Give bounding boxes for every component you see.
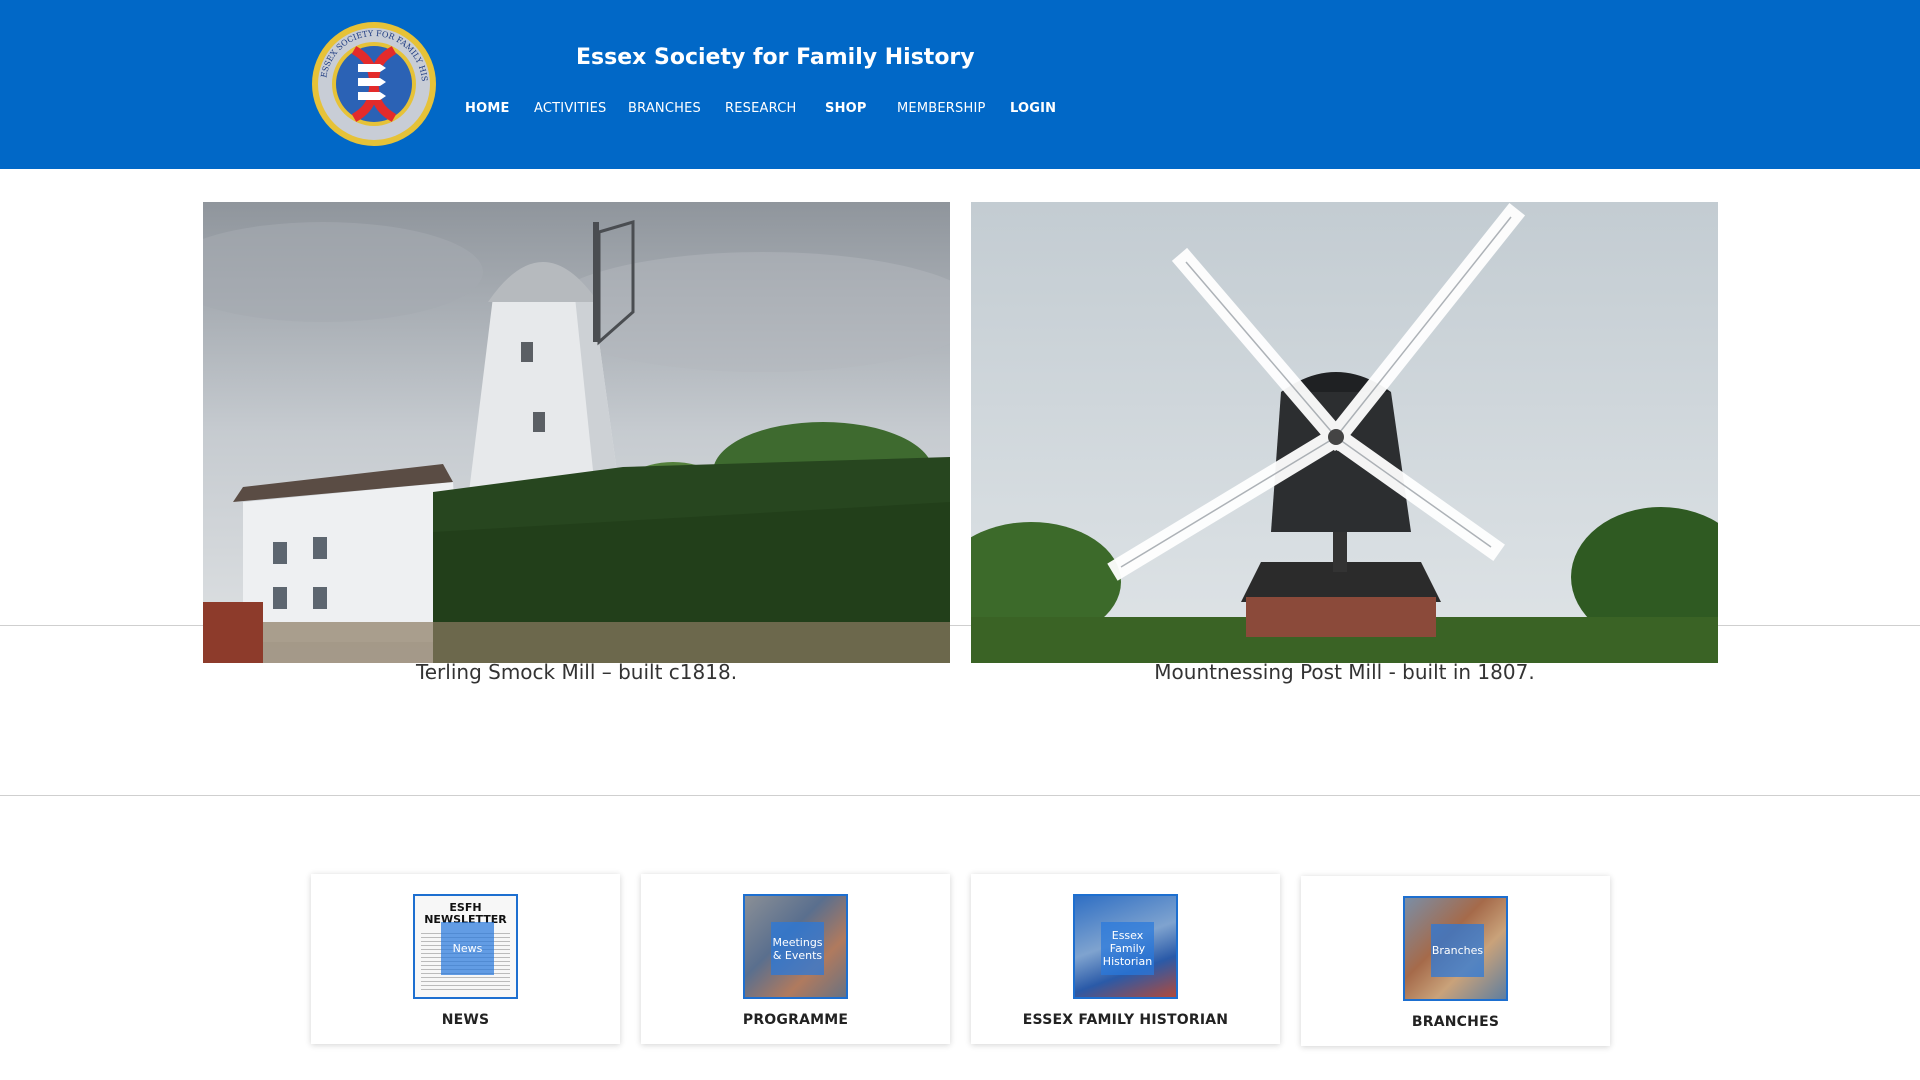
programme-thumbnail[interactable]: Meetings & Events xyxy=(743,894,848,999)
nav-login[interactable]: LOGIN xyxy=(1010,101,1056,116)
card-label-essex-family-historian[interactable]: ESSEX FAMILY HISTORIAN xyxy=(971,1012,1280,1028)
nav-branches[interactable]: BRANCHES xyxy=(628,101,701,116)
branches-overlay: Branches xyxy=(1431,924,1484,977)
card-programme[interactable]: Meetings & Events PROGRAMME xyxy=(641,874,950,1044)
card-label-news[interactable]: NEWS xyxy=(311,1012,620,1028)
card-label-branches[interactable]: BRANCHES xyxy=(1301,1014,1610,1030)
nav-shop[interactable]: SHOP xyxy=(825,101,867,116)
society-logo[interactable]: ESSEX SOCIETY FOR FAMILY HISTORY xyxy=(306,13,438,148)
news-overlay: News xyxy=(441,922,494,975)
branches-thumbnail[interactable]: Branches xyxy=(1403,896,1508,1001)
nav-membership[interactable]: MEMBERSHIP xyxy=(897,101,986,116)
site-header: ESSEX SOCIETY FOR FAMILY HISTORY Essex S… xyxy=(0,0,1920,169)
nav-home[interactable]: HOME xyxy=(465,101,510,116)
card-essex-family-historian[interactable]: Essex Family Historian ESSEX FAMILY HIST… xyxy=(971,874,1280,1044)
historian-overlay: Essex Family Historian xyxy=(1101,922,1154,975)
slide-caption-post-mill: Mountnessing Post Mill - built in 1807. xyxy=(1154,660,1535,684)
divider-line xyxy=(0,795,1920,796)
historian-thumbnail[interactable]: Essex Family Historian xyxy=(1073,894,1178,999)
programme-overlay: Meetings & Events xyxy=(771,922,824,975)
card-label-programme[interactable]: PROGRAMME xyxy=(641,1012,950,1028)
slide-caption-smock-mill: Terling Smock Mill – built c1818. xyxy=(415,660,738,684)
card-branches[interactable]: Branches BRANCHES xyxy=(1301,876,1610,1046)
slide-image-post-mill[interactable] xyxy=(971,202,1718,663)
nav-research[interactable]: RESEARCH xyxy=(725,101,796,116)
site-title[interactable]: Essex Society for Family History xyxy=(576,45,975,70)
card-news[interactable]: ESFH NEWSLETTER News NEWS xyxy=(311,874,620,1044)
nav-activities[interactable]: ACTIVITIES xyxy=(534,101,606,116)
news-thumbnail[interactable]: ESFH NEWSLETTER News xyxy=(413,894,518,999)
slide-image-smock-mill[interactable] xyxy=(203,202,950,663)
